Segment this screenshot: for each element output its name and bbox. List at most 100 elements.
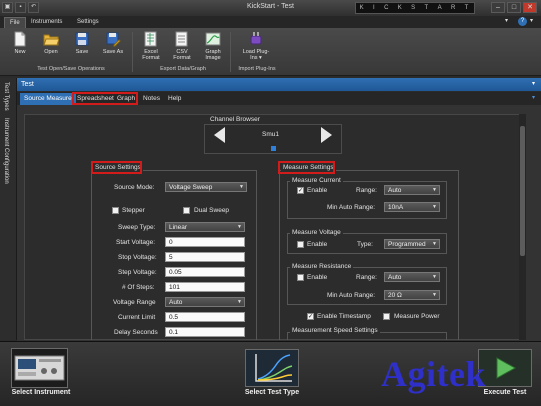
csv-format-button[interactable]: CSV Format (168, 31, 196, 61)
open-label: Open (44, 49, 58, 55)
chevron-down-icon: ▼ (432, 187, 437, 193)
highlight-box (278, 161, 335, 174)
tab-notes[interactable]: Notes (141, 93, 162, 105)
sub-tabs-collapse-icon[interactable]: ▾ (532, 94, 535, 101)
graph-image-button[interactable]: Graph Image (199, 31, 227, 61)
delay-seconds-input[interactable]: 0.1 (165, 327, 245, 337)
measure-power-checkbox[interactable] (383, 313, 390, 320)
open-button[interactable]: Open (37, 31, 65, 55)
chevron-down-icon: ▼ (237, 299, 242, 305)
title-bar: KickStart - Test ▣ ▪ ↶ K I C K S T A R T… (0, 0, 541, 16)
measure-resistance-min-select[interactable]: 20 Ω ▼ (384, 290, 440, 300)
menu-tab-settings[interactable]: Settings (72, 17, 104, 28)
source-mode-label: Source Mode: (114, 184, 155, 191)
num-steps-label: # Of Steps: (122, 284, 155, 291)
open-folder-icon (43, 34, 59, 46)
current-limit-label: Current Limit (118, 314, 156, 321)
left-vertical-tabs: Test Types Instrument Configuration (0, 78, 17, 340)
current-limit-input[interactable]: 0.5 (165, 312, 245, 322)
sweep-type-select[interactable]: Linear ▼ (165, 222, 245, 232)
measure-current-min-value: 10nA (388, 204, 404, 211)
channel-indicator (271, 146, 276, 151)
ribbon-collapse-icon[interactable]: ▾ (505, 17, 515, 27)
tab-instrument-configuration[interactable]: Instrument Configuration (3, 118, 9, 184)
sweep-type-label: Sweep Type: (118, 224, 156, 231)
measure-voltage-type-label: Type: (357, 241, 373, 248)
next-channel-icon[interactable] (321, 127, 332, 143)
save-label: Save (75, 49, 89, 55)
app-icon[interactable]: ▣ (2, 2, 13, 13)
voltage-range-select[interactable]: Auto ▼ (165, 297, 245, 307)
delay-seconds-label: Delay Seconds (114, 329, 158, 336)
source-mode-select[interactable]: Voltage Sweep ▼ (165, 182, 247, 192)
watermark-logo: Agitek (381, 354, 486, 394)
select-test-type-thumbnail[interactable] (245, 349, 299, 387)
select-instrument-label[interactable]: Select Instrument (6, 389, 76, 396)
measure-current-enable-label: Enable (307, 187, 328, 194)
menu-tabs: File Instruments Settings ▾ ? ▾ (0, 16, 541, 28)
collapse-icon[interactable]: ▾ (532, 78, 535, 91)
tab-test-types[interactable]: Test Types (3, 82, 9, 111)
dual-sweep-label: Dual Sweep (194, 207, 230, 214)
quick-undo-icon[interactable]: ↶ (28, 2, 39, 13)
brand-letter: C (384, 5, 391, 11)
measure-voltage-type-select[interactable]: Programmed ▼ (384, 239, 440, 249)
chevron-down-icon: ▼ (239, 184, 244, 190)
stop-voltage-input[interactable]: 5 (165, 252, 245, 262)
start-voltage-label: Start Voltage: (116, 239, 156, 246)
brand-letter: A (437, 5, 444, 11)
vertical-scrollbar[interactable] (519, 114, 526, 340)
highlight-box (91, 161, 142, 174)
save-as-button[interactable]: Save As (99, 31, 127, 55)
brand-letter: I (373, 5, 377, 11)
scrollbar-thumb[interactable] (520, 126, 525, 256)
step-voltage-input[interactable]: 0.05 (165, 267, 245, 277)
help-icon[interactable]: ? (518, 17, 527, 26)
select-instrument-thumbnail[interactable] (11, 348, 68, 388)
measure-current-min-label: Min Auto Range: (327, 204, 376, 211)
excel-format-button[interactable]: Excel Format (137, 31, 165, 61)
brand-letter: K (397, 5, 404, 11)
excel-format-label: Excel Format (142, 49, 160, 61)
save-as-icon (106, 32, 121, 47)
start-voltage-input[interactable]: 0 (165, 237, 245, 247)
sweep-type-value: Linear (169, 224, 188, 231)
select-test-type-label[interactable]: Select Test Type (236, 389, 308, 396)
measure-current-enable-checkbox[interactable]: ✓ (297, 187, 304, 194)
save-button[interactable]: Save (68, 31, 96, 55)
ribbon-group-import: Import Plug-Ins (238, 66, 276, 72)
load-plugins-button[interactable]: Load Plug-Ins ▾ (241, 31, 271, 61)
menu-tab-instruments[interactable]: Instruments (26, 17, 67, 28)
graph-image-icon (205, 32, 221, 46)
previous-channel-icon[interactable] (214, 127, 225, 143)
execute-test-thumbnail[interactable] (478, 349, 532, 387)
close-button[interactable]: ✕ (523, 2, 537, 13)
minimize-button[interactable]: – (491, 2, 505, 13)
measure-current-range-select[interactable]: Auto ▼ (384, 185, 440, 195)
measure-power-label: Measure Power (394, 313, 440, 320)
maximize-button[interactable]: □ (507, 2, 521, 13)
dual-sweep-checkbox[interactable] (183, 207, 190, 214)
options-icon[interactable]: ▾ (530, 17, 539, 27)
tab-help[interactable]: Help (166, 93, 183, 105)
measure-current-min-select[interactable]: 10nA ▼ (384, 202, 440, 212)
measure-resistance-enable-checkbox[interactable] (297, 274, 304, 281)
tab-source-measure[interactable]: Source Measure (20, 93, 76, 105)
chevron-down-icon: ▼ (432, 241, 437, 247)
measure-resistance-range-value: Auto (388, 274, 402, 281)
enable-timestamp-checkbox[interactable]: ✓ (307, 313, 314, 320)
measure-current-title: Measure Current (290, 177, 343, 184)
measure-voltage-enable-checkbox[interactable] (297, 241, 304, 248)
brand-letter: S (411, 5, 418, 11)
test-type-graph-icon (255, 354, 293, 382)
measure-resistance-range-select[interactable]: Auto ▼ (384, 272, 440, 282)
graph-image-label: Graph Image (205, 49, 221, 61)
new-button[interactable]: New (6, 31, 34, 55)
menu-tab-file[interactable]: File (4, 17, 26, 28)
num-steps-input[interactable]: 101 (165, 282, 245, 292)
plugin-icon (250, 32, 262, 45)
excel-icon (144, 31, 157, 47)
quick-save-icon[interactable]: ▪ (15, 2, 26, 13)
csv-format-label: CSV Format (173, 49, 191, 61)
stepper-checkbox[interactable] (112, 207, 119, 214)
